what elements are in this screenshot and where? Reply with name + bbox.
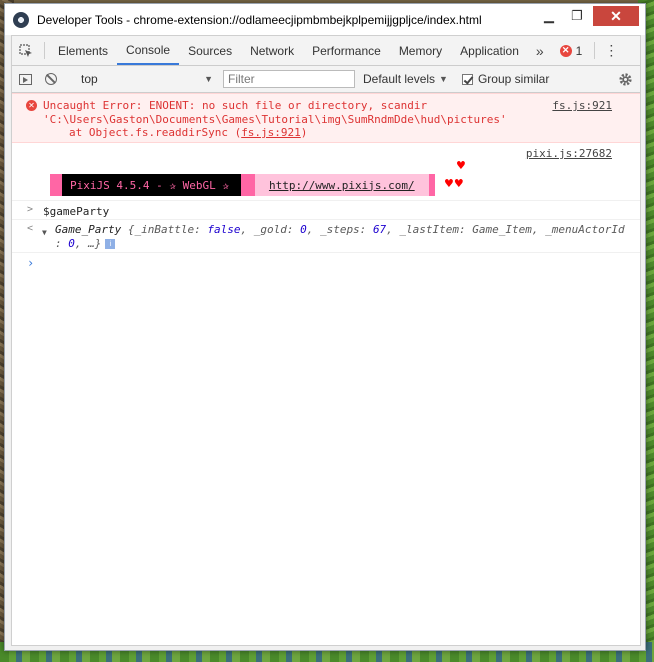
inspect-cursor-icon (19, 43, 32, 57)
error-source-link[interactable]: fs.js:921 (552, 99, 612, 113)
object-props-text: , …} (74, 237, 102, 250)
hearts-icon: ♥♥ (444, 177, 464, 190)
pixi-banner-message: pixi.js:27682 PixiJS 4.5.4 - ✰ WebGL ✰ h… (12, 143, 640, 201)
filter-input[interactable] (223, 70, 355, 88)
dropdown-caret-icon: ▼ (439, 74, 448, 84)
tab-memory[interactable]: Memory (390, 36, 451, 65)
more-tabs-chevron-icon[interactable]: » (528, 36, 552, 65)
object-props-text: , _gold: (240, 223, 301, 236)
banner-link-box: http://www.pixijs.com/ (254, 174, 429, 196)
object-preview-line-2[interactable]: : 0, …} i (43, 237, 640, 251)
prop-inbattle-value: false (207, 223, 241, 236)
console-toolbar: top ▼ Default levels ▼ Group similar (12, 66, 640, 93)
banner-stripe (50, 174, 62, 196)
object-class-name: Game_Party (55, 223, 122, 236)
devtools-window: Developer Tools - chrome-extension://odl… (4, 3, 646, 651)
tabbar-separator (594, 42, 596, 59)
tab-network[interactable]: Network (241, 36, 303, 65)
prop-steps-value: 67 (372, 223, 387, 236)
object-preview-line-1[interactable]: Game_Party {_inBattle: false, _gold: 0, … (43, 223, 640, 237)
group-similar-checkbox[interactable] (461, 73, 473, 85)
expand-triangle-icon[interactable]: ▼ (42, 226, 47, 240)
command-text: $gameParty (43, 205, 110, 218)
pixi-source-link[interactable]: pixi.js:27682 (526, 147, 612, 160)
prop-menuactorid-value: 0 (68, 237, 75, 250)
prop-gold-value: 0 (300, 223, 307, 236)
pixi-website-link[interactable]: http://www.pixijs.com/ (269, 179, 415, 192)
group-similar-label: Group similar (477, 72, 550, 86)
tabbar-separator (44, 42, 45, 59)
error-icon: ✕ (559, 44, 572, 57)
log-levels-dropdown[interactable]: Default levels ▼ (363, 72, 448, 86)
gear-icon (618, 72, 632, 86)
dropdown-caret-icon: ▼ (204, 74, 213, 84)
inspect-element-button[interactable] (12, 36, 40, 65)
devtools-panel: Elements Console Sources Network Perform… (11, 35, 641, 646)
pixi-banner: PixiJS 4.5.4 - ✰ WebGL ✰ http://www.pixi… (50, 174, 435, 196)
heart-icon: ♥ (456, 159, 466, 172)
group-similar-toggle[interactable]: Group similar (461, 72, 550, 86)
error-line-2: 'C:\Users\Gaston\Documents\Games\Tutoria… (43, 112, 507, 126)
tab-sources[interactable]: Sources (179, 36, 241, 65)
window-title: Developer Tools - chrome-extension://odl… (37, 12, 482, 27)
clear-console-button[interactable] (38, 66, 64, 92)
sidebar-toggle-icon (18, 73, 32, 85)
banner-stripe (428, 174, 435, 196)
restore-button[interactable]: ❐ (563, 6, 591, 26)
devtools-app-icon (13, 11, 29, 28)
devtools-tabbar: Elements Console Sources Network Perform… (12, 36, 640, 66)
object-props-text: , _lastItem: Game_Item, _menuActorId (386, 223, 625, 236)
error-counter[interactable]: ✕ 1 (552, 36, 591, 65)
error-line-1: Uncaught Error: ENOENT: no such file or … (43, 99, 428, 112)
output-caret-icon: < (27, 223, 34, 234)
window-titlebar[interactable]: Developer Tools - chrome-extension://odl… (5, 4, 645, 35)
console-prompt[interactable]: › (12, 253, 640, 275)
log-levels-label: Default levels (363, 72, 436, 86)
tab-application[interactable]: Application (451, 36, 528, 65)
console-error-message: ✕ fs.js:921 Uncaught Error: ENOENT: no s… (12, 93, 640, 143)
tab-elements[interactable]: Elements (49, 36, 117, 65)
prompt-caret-icon: › (27, 256, 35, 270)
tab-console[interactable]: Console (117, 36, 180, 65)
tab-performance[interactable]: Performance (303, 36, 390, 65)
customize-menu-icon[interactable]: ⋮ (599, 36, 623, 65)
context-value: top (81, 72, 98, 86)
context-selector[interactable]: top ▼ (77, 70, 217, 88)
banner-stripe (240, 174, 255, 196)
console-settings-button[interactable] (616, 70, 634, 88)
error-stack-text: at Object.fs.readdirSync ( (69, 126, 242, 139)
error-stack-suffix: ) (300, 126, 308, 139)
banner-title: PixiJS 4.5.4 - ✰ WebGL ✰ (62, 174, 241, 196)
input-caret-icon: > (27, 204, 34, 215)
object-props-text: {_inBattle: (127, 223, 208, 236)
close-button[interactable]: ✕ (593, 6, 639, 26)
clear-console-icon (45, 73, 57, 85)
window-controls: ▁ ❐ ✕ (535, 6, 639, 26)
console-input-echo: > $gameParty (12, 201, 640, 220)
error-circle-icon: ✕ (26, 100, 37, 111)
info-icon[interactable]: i (105, 239, 116, 249)
object-props-text: : (55, 237, 69, 250)
console-result: < ▼ Game_Party {_inBattle: false, _gold:… (12, 220, 640, 253)
error-count: 1 (575, 43, 583, 58)
object-props-text: , _steps: (306, 223, 373, 236)
error-line-3: at Object.fs.readdirSync (fs.js:921) (43, 126, 640, 140)
minimize-button[interactable]: ▁ (535, 6, 563, 26)
show-sidebar-button[interactable] (12, 66, 38, 92)
console-messages: ✕ fs.js:921 Uncaught Error: ENOENT: no s… (12, 93, 640, 275)
error-stack-link[interactable]: fs.js:921 (241, 126, 301, 139)
